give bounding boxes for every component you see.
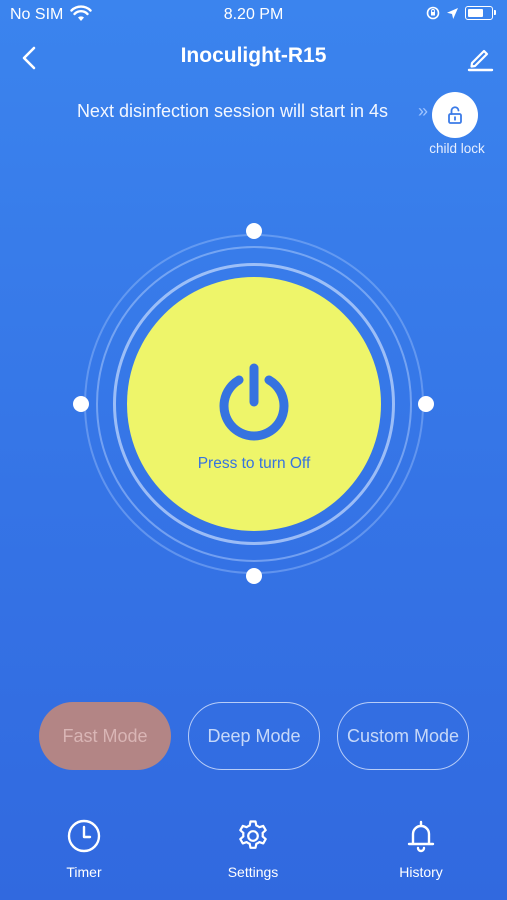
bell-icon xyxy=(407,820,435,853)
power-label: Press to turn Off xyxy=(197,455,311,472)
tab-timer[interactable]: Timer xyxy=(34,818,134,880)
status-bar: No SIM 8.20 PM xyxy=(0,0,507,32)
dial-handle-left[interactable] xyxy=(73,396,89,412)
tab-settings[interactable]: Settings xyxy=(203,818,303,880)
double-chevron-icon: » xyxy=(418,101,428,121)
dial-handle-right[interactable] xyxy=(418,396,434,412)
battery-icon xyxy=(465,6,496,20)
tab-history[interactable]: History xyxy=(371,818,471,880)
deep-mode-button[interactable]: Deep Mode xyxy=(188,702,320,770)
page-title: Inoculight-R15 xyxy=(180,44,327,67)
child-lock-button[interactable] xyxy=(432,92,478,138)
location-arrow-icon xyxy=(447,7,458,19)
child-lock-label: child lock xyxy=(429,141,485,156)
unlock-icon xyxy=(448,106,462,124)
tab-settings-label: Settings xyxy=(227,864,279,880)
custom-mode-button[interactable]: Custom Mode xyxy=(337,702,469,770)
edit-button[interactable] xyxy=(464,42,496,74)
dial-handle-bottom[interactable] xyxy=(246,568,262,584)
power-icon xyxy=(219,363,289,441)
rotation-lock-icon xyxy=(426,6,440,20)
status-icons xyxy=(426,6,496,20)
tab-timer-label: Timer xyxy=(66,864,102,880)
clock-icon xyxy=(67,819,101,853)
dial-handle-top[interactable] xyxy=(246,223,262,239)
session-countdown-text: Next disinfection session will start in … xyxy=(76,101,389,121)
fast-mode-button[interactable]: Fast Mode xyxy=(39,702,171,770)
tab-history-label: History xyxy=(399,864,443,880)
gear-icon xyxy=(239,820,267,849)
